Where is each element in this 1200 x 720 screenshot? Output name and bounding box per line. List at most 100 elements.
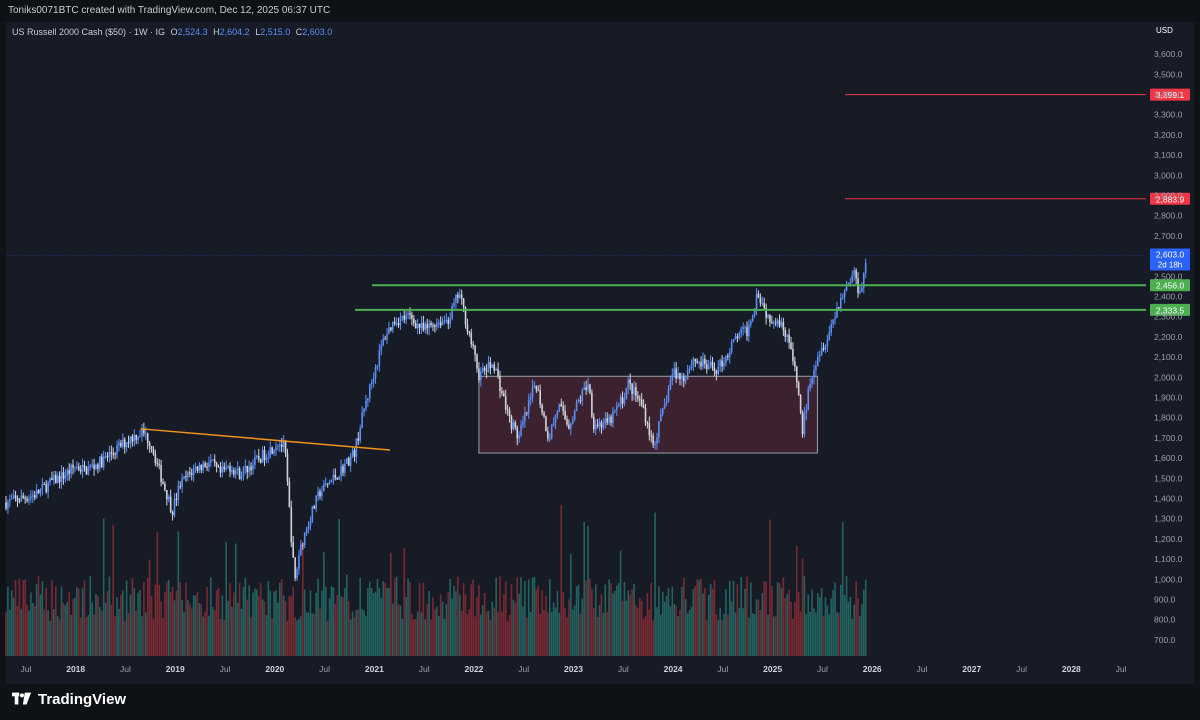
volume-bar: [432, 596, 434, 656]
volume-bar: [719, 607, 721, 656]
volume-bar: [317, 578, 319, 656]
candle-body: [426, 324, 429, 329]
candle-body: [150, 446, 153, 450]
volume-bar: [638, 597, 641, 656]
volume-bar: [650, 582, 653, 656]
volume-bar: [336, 595, 339, 656]
volume-bar: [127, 613, 130, 656]
volume-bar: [717, 619, 720, 656]
candle-body: [535, 385, 538, 391]
volume-bar: [503, 594, 505, 656]
volume-bar: [765, 581, 767, 656]
volume-bar: [110, 604, 113, 656]
candle-body: [414, 323, 417, 329]
price-chart[interactable]: 3,399.12,883.92,456.02,333.53,600.03,500…: [0, 0, 1200, 720]
volume-bar: [292, 587, 295, 656]
volume-bar: [240, 608, 243, 656]
volume-bar: [491, 601, 494, 656]
candle-body: [43, 484, 46, 486]
volume-bar: [531, 577, 534, 656]
volume-bar: [552, 602, 555, 656]
candle-body: [531, 386, 534, 398]
volume-bar: [516, 576, 519, 656]
volume-bar: [855, 581, 857, 656]
volume-bar: [206, 587, 208, 656]
volume-bar: [219, 618, 222, 656]
volume-bar: [478, 585, 480, 656]
candle-body: [782, 321, 785, 331]
candle-body: [832, 319, 834, 325]
candle-body: [70, 464, 72, 474]
volume-bar: [171, 587, 174, 656]
candle-body: [790, 342, 792, 349]
candle-body: [485, 370, 488, 372]
volume-bar: [671, 586, 674, 656]
candle-body: [784, 330, 787, 337]
candle-body: [460, 294, 463, 299]
volume-bar: [51, 580, 53, 656]
candle-body: [807, 388, 810, 410]
candle-body: [296, 569, 298, 579]
volume-bar: [707, 594, 710, 656]
candle-body: [169, 496, 172, 512]
volume-bar: [93, 614, 95, 656]
candle-body: [156, 463, 159, 465]
candle-body: [646, 422, 649, 424]
candle-body: [709, 361, 712, 366]
volume-bar: [150, 595, 153, 656]
candle-body: [495, 369, 497, 371]
volume-bar: [99, 606, 101, 656]
candle-body: [129, 436, 132, 443]
candle-body: [594, 424, 597, 430]
volume-bar: [382, 581, 384, 656]
volume-bar: [453, 585, 455, 656]
candle-body: [436, 322, 438, 328]
volume-bar: [367, 588, 369, 656]
x-tick-label: 2025: [763, 664, 782, 674]
candle-body: [28, 498, 30, 501]
candle-body: [817, 356, 819, 366]
candle-body: [732, 339, 735, 342]
candle-body: [690, 365, 693, 369]
candle-body: [562, 406, 564, 411]
volume-bar: [64, 605, 67, 656]
candle-body: [608, 416, 610, 423]
candle-body: [328, 482, 331, 484]
volume-bar: [54, 586, 57, 656]
y-tick-label: 1,500.0: [1154, 473, 1183, 483]
candle-body: [728, 351, 731, 357]
volume-bar: [633, 584, 635, 656]
volume-bar: [280, 578, 283, 656]
volume-bar: [256, 589, 258, 656]
volume-bar: [32, 603, 34, 656]
volume-bar: [545, 595, 547, 656]
candle-body: [39, 489, 42, 494]
candle-body: [246, 465, 249, 473]
volume-bar: [623, 581, 626, 656]
candle-body: [698, 362, 700, 364]
volume-bar: [342, 597, 344, 656]
volume-bar: [803, 576, 806, 656]
candle-body: [49, 478, 51, 483]
candle-body: [311, 506, 314, 522]
candle-body: [853, 269, 856, 275]
volume-bar: [39, 594, 42, 656]
candle-body: [273, 450, 275, 454]
candle-body: [104, 456, 107, 458]
volume-bar: [736, 584, 739, 656]
candle-body: [391, 321, 394, 331]
volume-bar: [466, 613, 469, 656]
volume-bar: [698, 580, 700, 656]
candle-body: [10, 498, 13, 500]
volume-bar: [692, 589, 695, 656]
volume-bar: [14, 579, 17, 656]
x-tick-label: 2021: [365, 664, 384, 674]
candle-body: [707, 365, 710, 370]
volume-bar: [422, 582, 425, 656]
x-tick-label: 2019: [166, 664, 185, 674]
volume-bar: [250, 617, 252, 656]
volume-bar: [575, 586, 578, 656]
candle-body: [409, 313, 411, 315]
candle-body: [738, 333, 741, 338]
volume-bar: [600, 594, 603, 656]
